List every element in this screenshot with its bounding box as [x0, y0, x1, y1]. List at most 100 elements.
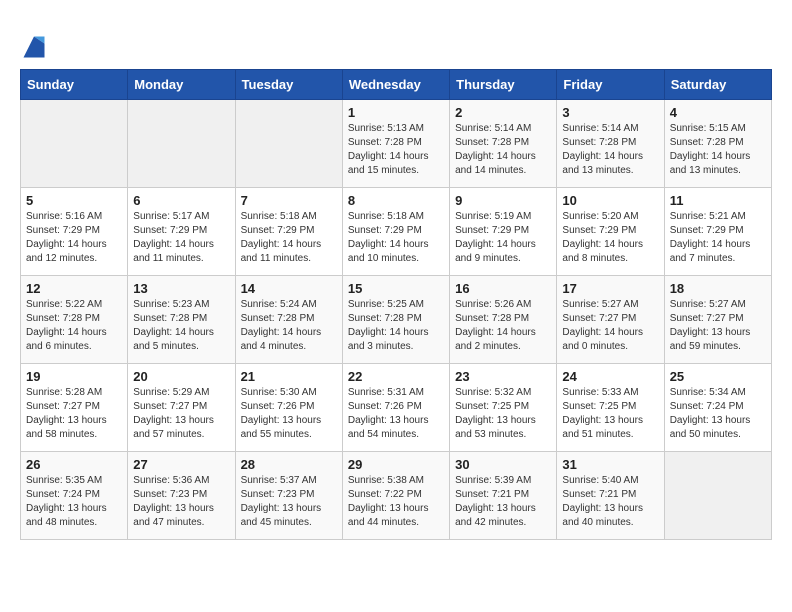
calendar-cell: 31Sunrise: 5:40 AM Sunset: 7:21 PM Dayli…: [557, 452, 664, 540]
day-number: 21: [241, 369, 337, 384]
calendar-week-4: 19 Sunrise: 5:28 AM Sunset: 7:27 PM Dayli…: [21, 364, 772, 452]
day-number: 13: [133, 281, 229, 296]
day-info: Sunrise: 5:25 AM Sunset: 7:28 PM Dayligh…: [348, 298, 444, 354]
calendar-cell: 22Sunrise: 5:31 AM Sunset: 7:26 PM Dayli…: [342, 364, 449, 452]
day-info: Sunrise: 5:16 AM Sunset: 7:29 PM Dayligh…: [26, 210, 122, 266]
calendar-cell: 27 Sunrise: 5:36 AM Sunset: 7:23 PM Dayli…: [128, 452, 235, 540]
calendar-cell: [664, 452, 771, 540]
calendar-header: SundayMondayTuesdayWednesdayThursdayFrid…: [21, 70, 772, 100]
weekday-header-wednesday: Wednesday: [342, 70, 449, 100]
calendar-cell: 16 Sunrise: 5:26 AM Sunset: 7:28 PM Dayli…: [450, 276, 557, 364]
day-info: Sunrise: 5:32 AM Sunset: 7:25 PM Dayligh…: [455, 386, 551, 442]
day-info: Sunrise: 5:39 AM Sunset: 7:21 PM Dayligh…: [455, 474, 551, 530]
calendar-week-1: 1 Sunrise: 5:13 AM Sunset: 7:28 PM Daylig…: [21, 100, 772, 188]
day-number: 9: [455, 193, 551, 208]
calendar-cell: 19 Sunrise: 5:28 AM Sunset: 7:27 PM Dayli…: [21, 364, 128, 452]
day-info: Sunrise: 5:23 AM Sunset: 7:28 PM Dayligh…: [133, 298, 229, 354]
calendar-cell: 23 Sunrise: 5:32 AM Sunset: 7:25 PM Dayli…: [450, 364, 557, 452]
calendar-cell: [128, 100, 235, 188]
day-number: 5: [26, 193, 122, 208]
day-number: 15: [348, 281, 444, 296]
day-info: Sunrise: 5:13 AM Sunset: 7:28 PM Dayligh…: [348, 122, 444, 178]
calendar-cell: 6 Sunrise: 5:17 AM Sunset: 7:29 PM Daylig…: [128, 188, 235, 276]
day-info: Sunrise: 5:36 AM Sunset: 7:23 PM Dayligh…: [133, 474, 229, 530]
weekday-header-monday: Monday: [128, 70, 235, 100]
calendar-cell: 28 Sunrise: 5:37 AM Sunset: 7:23 PM Dayli…: [235, 452, 342, 540]
day-number: 18: [670, 281, 766, 296]
logo: [20, 33, 52, 61]
day-info: Sunrise: 5:37 AM Sunset: 7:23 PM Dayligh…: [241, 474, 337, 530]
calendar-cell: [21, 100, 128, 188]
day-number: 25: [670, 369, 766, 384]
day-number: 4: [670, 105, 766, 120]
weekday-header-tuesday: Tuesday: [235, 70, 342, 100]
day-info: Sunrise: 5:15 AM Sunset: 7:28 PM Dayligh…: [670, 122, 766, 178]
day-info: Sunrise: 5:26 AM Sunset: 7:28 PM Dayligh…: [455, 298, 551, 354]
day-number: 8: [348, 193, 444, 208]
day-number: 30: [455, 457, 551, 472]
weekday-header-saturday: Saturday: [664, 70, 771, 100]
day-number: 27: [133, 457, 229, 472]
day-info: Sunrise: 5:21 AM Sunset: 7:29 PM Dayligh…: [670, 210, 766, 266]
day-number: 29: [348, 457, 444, 472]
day-number: 11: [670, 193, 766, 208]
day-info: Sunrise: 5:28 AM Sunset: 7:27 PM Dayligh…: [26, 386, 122, 442]
day-info: Sunrise: 5:14 AM Sunset: 7:28 PM Dayligh…: [455, 122, 551, 178]
day-info: Sunrise: 5:35 AM Sunset: 7:24 PM Dayligh…: [26, 474, 122, 530]
calendar-cell: 17 Sunrise: 5:27 AM Sunset: 7:27 PM Dayli…: [557, 276, 664, 364]
calendar-cell: 25 Sunrise: 5:34 AM Sunset: 7:24 PM Dayli…: [664, 364, 771, 452]
calendar-cell: [235, 100, 342, 188]
calendar-cell: 20Sunrise: 5:29 AM Sunset: 7:27 PM Dayli…: [128, 364, 235, 452]
day-number: 31: [562, 457, 658, 472]
day-info: Sunrise: 5:27 AM Sunset: 7:27 PM Dayligh…: [562, 298, 658, 354]
calendar-cell: 1 Sunrise: 5:13 AM Sunset: 7:28 PM Daylig…: [342, 100, 449, 188]
day-number: 24: [562, 369, 658, 384]
day-info: Sunrise: 5:30 AM Sunset: 7:26 PM Dayligh…: [241, 386, 337, 442]
calendar-cell: 8 Sunrise: 5:18 AM Sunset: 7:29 PM Daylig…: [342, 188, 449, 276]
day-info: Sunrise: 5:18 AM Sunset: 7:29 PM Dayligh…: [348, 210, 444, 266]
calendar-cell: 14Sunrise: 5:24 AM Sunset: 7:28 PM Dayli…: [235, 276, 342, 364]
day-number: 14: [241, 281, 337, 296]
day-info: Sunrise: 5:17 AM Sunset: 7:29 PM Dayligh…: [133, 210, 229, 266]
calendar-body: 1 Sunrise: 5:13 AM Sunset: 7:28 PM Daylig…: [21, 100, 772, 540]
calendar-cell: 30 Sunrise: 5:39 AM Sunset: 7:21 PM Dayli…: [450, 452, 557, 540]
calendar-cell: 15 Sunrise: 5:25 AM Sunset: 7:28 PM Dayli…: [342, 276, 449, 364]
day-info: Sunrise: 5:27 AM Sunset: 7:27 PM Dayligh…: [670, 298, 766, 354]
calendar-week-2: 5 Sunrise: 5:16 AM Sunset: 7:29 PM Daylig…: [21, 188, 772, 276]
day-number: 10: [562, 193, 658, 208]
calendar-cell: 24Sunrise: 5:33 AM Sunset: 7:25 PM Dayli…: [557, 364, 664, 452]
calendar-table: SundayMondayTuesdayWednesdayThursdayFrid…: [20, 69, 772, 540]
day-info: Sunrise: 5:38 AM Sunset: 7:22 PM Dayligh…: [348, 474, 444, 530]
day-number: 19: [26, 369, 122, 384]
day-info: Sunrise: 5:34 AM Sunset: 7:24 PM Dayligh…: [670, 386, 766, 442]
calendar-cell: 4 Sunrise: 5:15 AM Sunset: 7:28 PM Daylig…: [664, 100, 771, 188]
calendar-cell: 5 Sunrise: 5:16 AM Sunset: 7:29 PM Daylig…: [21, 188, 128, 276]
calendar-cell: 2 Sunrise: 5:14 AM Sunset: 7:28 PM Daylig…: [450, 100, 557, 188]
day-info: Sunrise: 5:19 AM Sunset: 7:29 PM Dayligh…: [455, 210, 551, 266]
calendar-cell: 3Sunrise: 5:14 AM Sunset: 7:28 PM Daylig…: [557, 100, 664, 188]
day-number: 26: [26, 457, 122, 472]
day-info: Sunrise: 5:18 AM Sunset: 7:29 PM Dayligh…: [241, 210, 337, 266]
calendar-cell: 7 Sunrise: 5:18 AM Sunset: 7:29 PM Daylig…: [235, 188, 342, 276]
calendar-cell: 29 Sunrise: 5:38 AM Sunset: 7:22 PM Dayli…: [342, 452, 449, 540]
calendar-cell: 11 Sunrise: 5:21 AM Sunset: 7:29 PM Dayli…: [664, 188, 771, 276]
day-number: 23: [455, 369, 551, 384]
day-number: 7: [241, 193, 337, 208]
calendar-cell: 18 Sunrise: 5:27 AM Sunset: 7:27 PM Dayli…: [664, 276, 771, 364]
calendar-cell: 13 Sunrise: 5:23 AM Sunset: 7:28 PM Dayli…: [128, 276, 235, 364]
day-number: 6: [133, 193, 229, 208]
calendar-cell: 21 Sunrise: 5:30 AM Sunset: 7:26 PM Dayli…: [235, 364, 342, 452]
day-number: 2: [455, 105, 551, 120]
day-info: Sunrise: 5:20 AM Sunset: 7:29 PM Dayligh…: [562, 210, 658, 266]
day-number: 1: [348, 105, 444, 120]
day-number: 16: [455, 281, 551, 296]
calendar-cell: 10 Sunrise: 5:20 AM Sunset: 7:29 PM Dayli…: [557, 188, 664, 276]
day-info: Sunrise: 5:22 AM Sunset: 7:28 PM Dayligh…: [26, 298, 122, 354]
calendar-week-3: 12 Sunrise: 5:22 AM Sunset: 7:28 PM Dayli…: [21, 276, 772, 364]
day-number: 17: [562, 281, 658, 296]
weekday-header-friday: Friday: [557, 70, 664, 100]
day-info: Sunrise: 5:31 AM Sunset: 7:26 PM Dayligh…: [348, 386, 444, 442]
day-number: 12: [26, 281, 122, 296]
day-number: 28: [241, 457, 337, 472]
weekday-header-thursday: Thursday: [450, 70, 557, 100]
